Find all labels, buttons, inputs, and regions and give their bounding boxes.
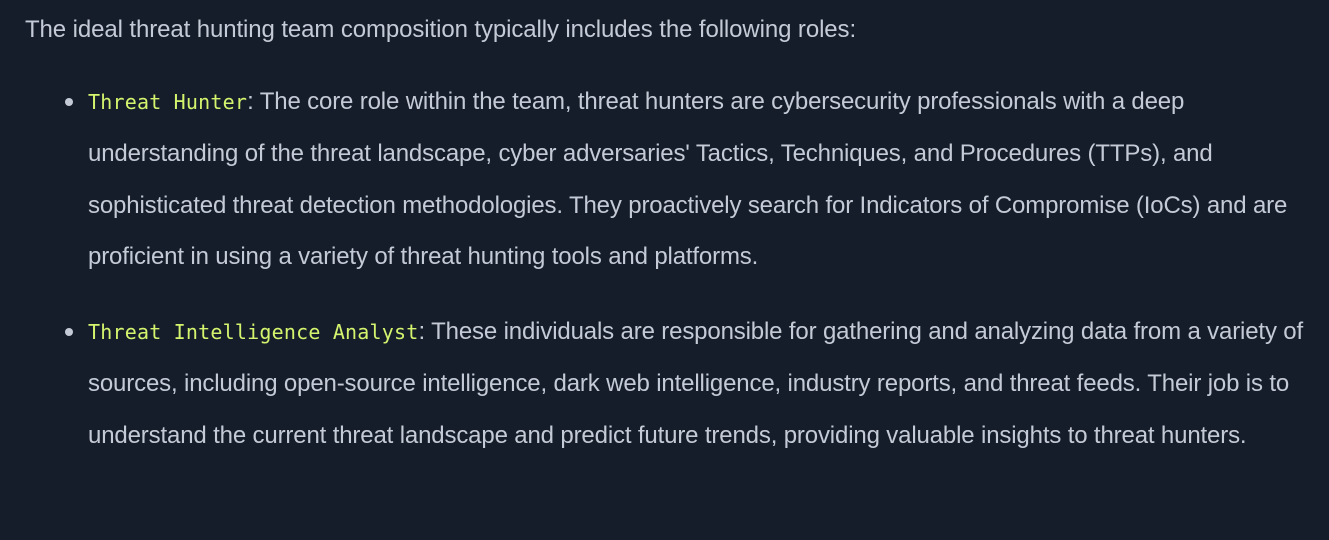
bullet-icon [65,98,73,106]
list-item-threat-intelligence-analyst: Threat Intelligence Analyst: These indiv… [25,306,1313,461]
bullet-icon [65,328,73,337]
intro-paragraph: The ideal threat hunting team compositio… [25,16,857,43]
role-description: : The core role within the team, threat … [88,88,1288,270]
role-term: Threat Intelligence Analyst [88,320,419,345]
roles-list: Threat Hunter: The core role within the … [25,76,1313,461]
list-item-threat-hunter: Threat Hunter: The core role within the … [25,76,1313,282]
role-term: Threat Hunter [88,90,248,114]
